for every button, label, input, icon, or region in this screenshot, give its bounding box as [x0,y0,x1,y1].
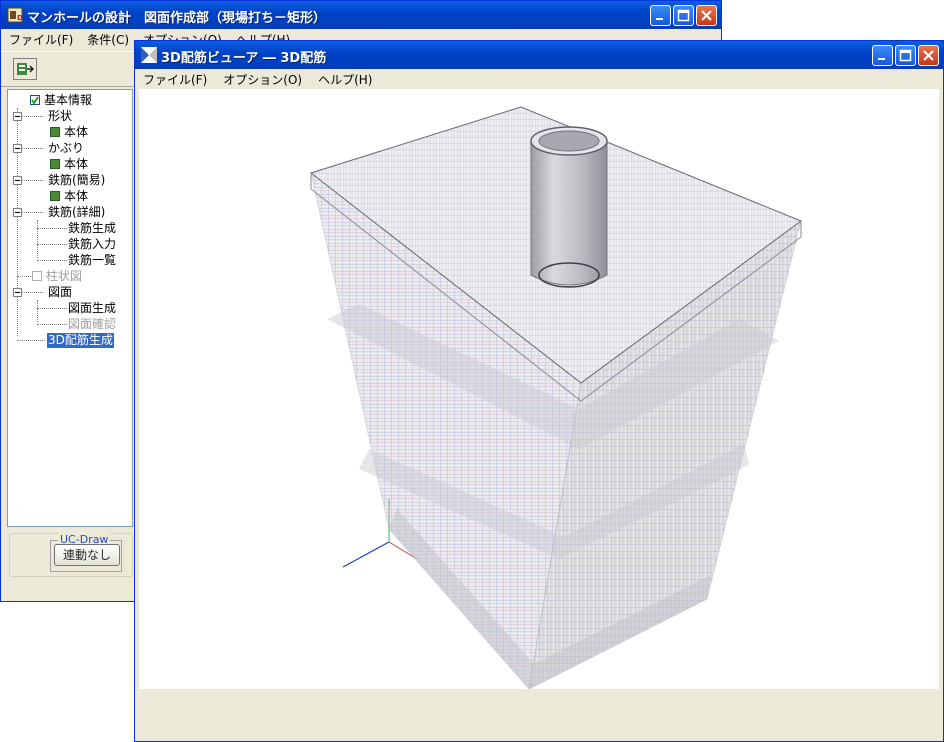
maximize-icon [899,49,912,62]
empty-checkbox-icon [32,271,42,281]
front-titlebar[interactable]: 3D配筋ビューア ― 3D配筋 [135,41,943,69]
back-window-title: マンホールの設計 図面作成部（現場打ち－矩形） [27,11,327,26]
close-icon [923,50,934,61]
minimize-icon [656,18,663,20]
ucdraw-group: UC-Draw 連動なし [9,533,133,577]
tree-item-basic-info[interactable]: 基本情報 [30,93,92,108]
front-close-button[interactable] [918,45,939,66]
tree-item-shape-body[interactable]: 本体 [50,125,88,140]
tree-item-rebar3d-generate[interactable]: 3D配筋生成 [47,333,114,348]
front-minimize-button[interactable] [872,45,893,66]
viewer-menu-help[interactable]: ヘルプ(H) [318,71,372,88]
tree-item-rebar-list[interactable]: 鉄筋一覧 [68,253,116,268]
viewer-canvas[interactable] [139,89,939,691]
tree-panel: 基本情報 形状 本体 かぶり 本体 鉄筋(簡易) 本体 鉄筋(詳細) 鉄筋生成 … [7,89,133,527]
back-maximize-button[interactable] [673,5,694,26]
viewer-menu-file[interactable]: ファイル(F) [143,71,207,88]
viewer-statusbar [135,689,943,741]
tree-item-drawing[interactable]: 図面 [48,285,72,300]
checkmark-icon [30,95,40,105]
back-minimize-button[interactable] [650,5,671,26]
tree-item-cover[interactable]: かぶり [48,141,84,156]
collapse-rebar-detail-toggle[interactable] [13,208,22,217]
tree-item-rebar-simple[interactable]: 鉄筋(簡易) [48,173,105,188]
tree-item-rebar-detail[interactable]: 鉄筋(詳細) [48,205,105,220]
collapse-drawing-toggle[interactable] [13,288,22,297]
menu-condition[interactable]: 条件(C) [87,31,129,48]
menu-file[interactable]: ファイル(F) [9,31,73,48]
tree-item-pillar-diagram[interactable]: 柱状図 [32,269,82,284]
back-close-button[interactable] [696,5,717,26]
collapse-shape-toggle[interactable] [13,112,22,121]
tree-item-rebar-simple-body[interactable]: 本体 [50,189,88,204]
green-square-icon [50,191,60,201]
green-square-icon [50,127,60,137]
maximize-icon [677,9,690,22]
viewer-menu-option[interactable]: オプション(O) [223,71,302,88]
back-titlebar[interactable]: D マンホールの設計 図面作成部（現場打ち－矩形） [1,1,721,29]
front-menubar: ファイル(F) オプション(O) ヘルプ(H) [135,69,943,89]
tree-item-shape[interactable]: 形状 [48,109,72,124]
viewer-app-icon [141,47,157,63]
tree-item-drawing-check[interactable]: 図面確認 [68,317,116,332]
tree-item-rebar-generate[interactable]: 鉄筋生成 [68,221,116,236]
export-icon [17,63,34,75]
close-icon [701,10,712,21]
tree-item-drawing-generate[interactable]: 図面生成 [68,301,116,316]
tree-item-rebar-input[interactable]: 鉄筋入力 [68,237,116,252]
app-icon: D [7,7,23,23]
minimize-icon [878,58,885,60]
front-window: 3D配筋ビューア ― 3D配筋 ファイル(F) オプション(O) ヘルプ(H) [134,40,944,742]
toolbar-button[interactable] [13,58,37,80]
front-maximize-button[interactable] [895,45,916,66]
ucdraw-link-button[interactable]: 連動なし [54,544,120,566]
collapse-rebar-simple-toggle[interactable] [13,176,22,185]
green-square-icon [50,159,60,169]
front-window-title: 3D配筋ビューア ― 3D配筋 [161,51,327,66]
svg-text:D: D [17,14,23,22]
rebar-3d-model[interactable] [139,89,939,691]
collapse-cover-toggle[interactable] [13,144,22,153]
tree-item-cover-body[interactable]: 本体 [50,157,88,172]
